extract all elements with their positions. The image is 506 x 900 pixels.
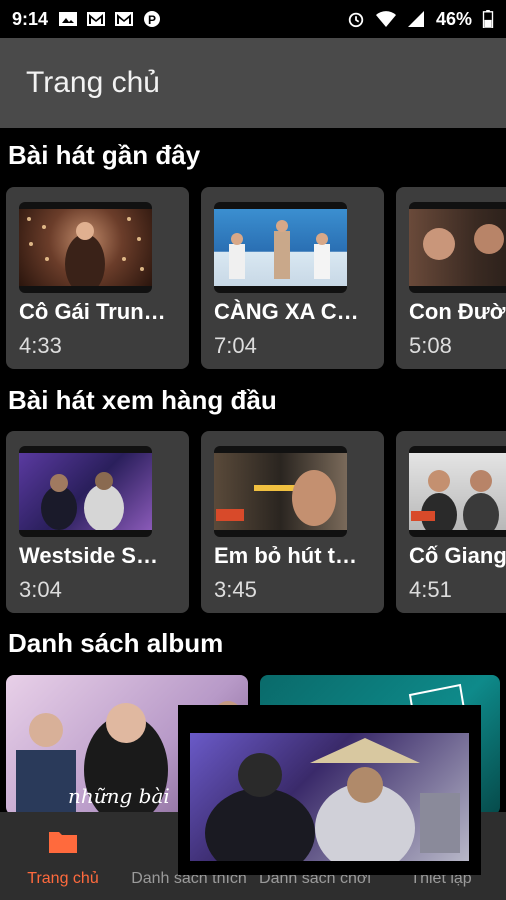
page-title: Trang chủ	[26, 66, 160, 99]
nav-item-home[interactable]: Trang chủ	[0, 812, 126, 900]
song-title: Cô Gái Trun…	[19, 299, 166, 324]
signal-icon	[407, 11, 424, 27]
song-title: Em bỏ hút t…	[214, 543, 357, 568]
section-title-recent: Bài hát gần đây	[8, 140, 201, 170]
song-thumbnail	[19, 446, 152, 537]
song-title: Con Đườ	[409, 299, 506, 324]
song-thumbnail	[409, 202, 506, 293]
folder-icon	[49, 832, 77, 853]
alarm-icon	[348, 12, 364, 28]
video-art	[205, 738, 460, 861]
song-thumbnail	[214, 446, 347, 537]
thumbnail-art	[411, 470, 499, 530]
nav-label: Trang chủ	[27, 870, 99, 887]
thumbnail-art	[423, 224, 504, 260]
thumbnail-art	[229, 220, 330, 279]
song-card[interactable]: Westside S… 3:04	[6, 431, 189, 613]
song-duration: 4:51	[409, 577, 452, 602]
thumbnail-art	[27, 217, 144, 286]
song-duration: 3:04	[19, 577, 62, 602]
song-thumbnail	[19, 202, 152, 293]
recent-songs-row[interactable]: Cô Gái Trun… 4:33 CÀNG XA C… 7:04 Con Đư…	[0, 187, 506, 373]
svg-text:P: P	[148, 13, 156, 27]
status-bar: 9:14 P 46%	[0, 0, 506, 38]
p-app-icon: P	[144, 11, 161, 27]
song-card[interactable]: Em bỏ hút t… 3:45	[201, 431, 384, 613]
song-title: Cố Giang	[409, 543, 506, 568]
thumbnail-art	[216, 470, 336, 526]
song-duration: 5:08	[409, 333, 452, 358]
album-art-text: những bài	[68, 784, 170, 808]
thumbnail-art	[41, 472, 124, 530]
song-title: Westside S…	[19, 543, 158, 568]
app-bar: Trang chủ	[0, 38, 506, 128]
song-card[interactable]: CÀNG XA C… 7:04	[201, 187, 384, 369]
gmail-icon	[115, 12, 134, 26]
gmail-icon	[87, 12, 106, 26]
section-title-top: Bài hát xem hàng đầu	[8, 385, 277, 415]
song-duration: 7:04	[214, 333, 257, 358]
song-thumbnail	[409, 446, 506, 537]
wifi-icon	[375, 11, 396, 27]
video-frame[interactable]	[190, 733, 469, 861]
song-duration: 4:33	[19, 333, 62, 358]
song-card[interactable]: Cô Gái Trun… 4:33	[6, 187, 189, 369]
status-time: 9:14	[12, 8, 49, 29]
battery-icon	[482, 10, 494, 28]
song-card[interactable]: Con Đườ 5:08	[396, 187, 506, 369]
song-thumbnail	[214, 202, 347, 293]
section-title-albums: Danh sách album	[8, 628, 224, 658]
song-card[interactable]: Cố Giang 4:51	[396, 431, 506, 613]
top-songs-row[interactable]: Westside S… 3:04 Em bỏ hút t… 3:45 Cố Gi…	[0, 431, 506, 617]
floating-video-player[interactable]	[178, 705, 481, 875]
battery-percent: 46%	[435, 8, 472, 29]
photo-icon	[59, 12, 78, 26]
song-duration: 3:45	[214, 577, 257, 602]
song-title: CÀNG XA C…	[214, 299, 359, 324]
